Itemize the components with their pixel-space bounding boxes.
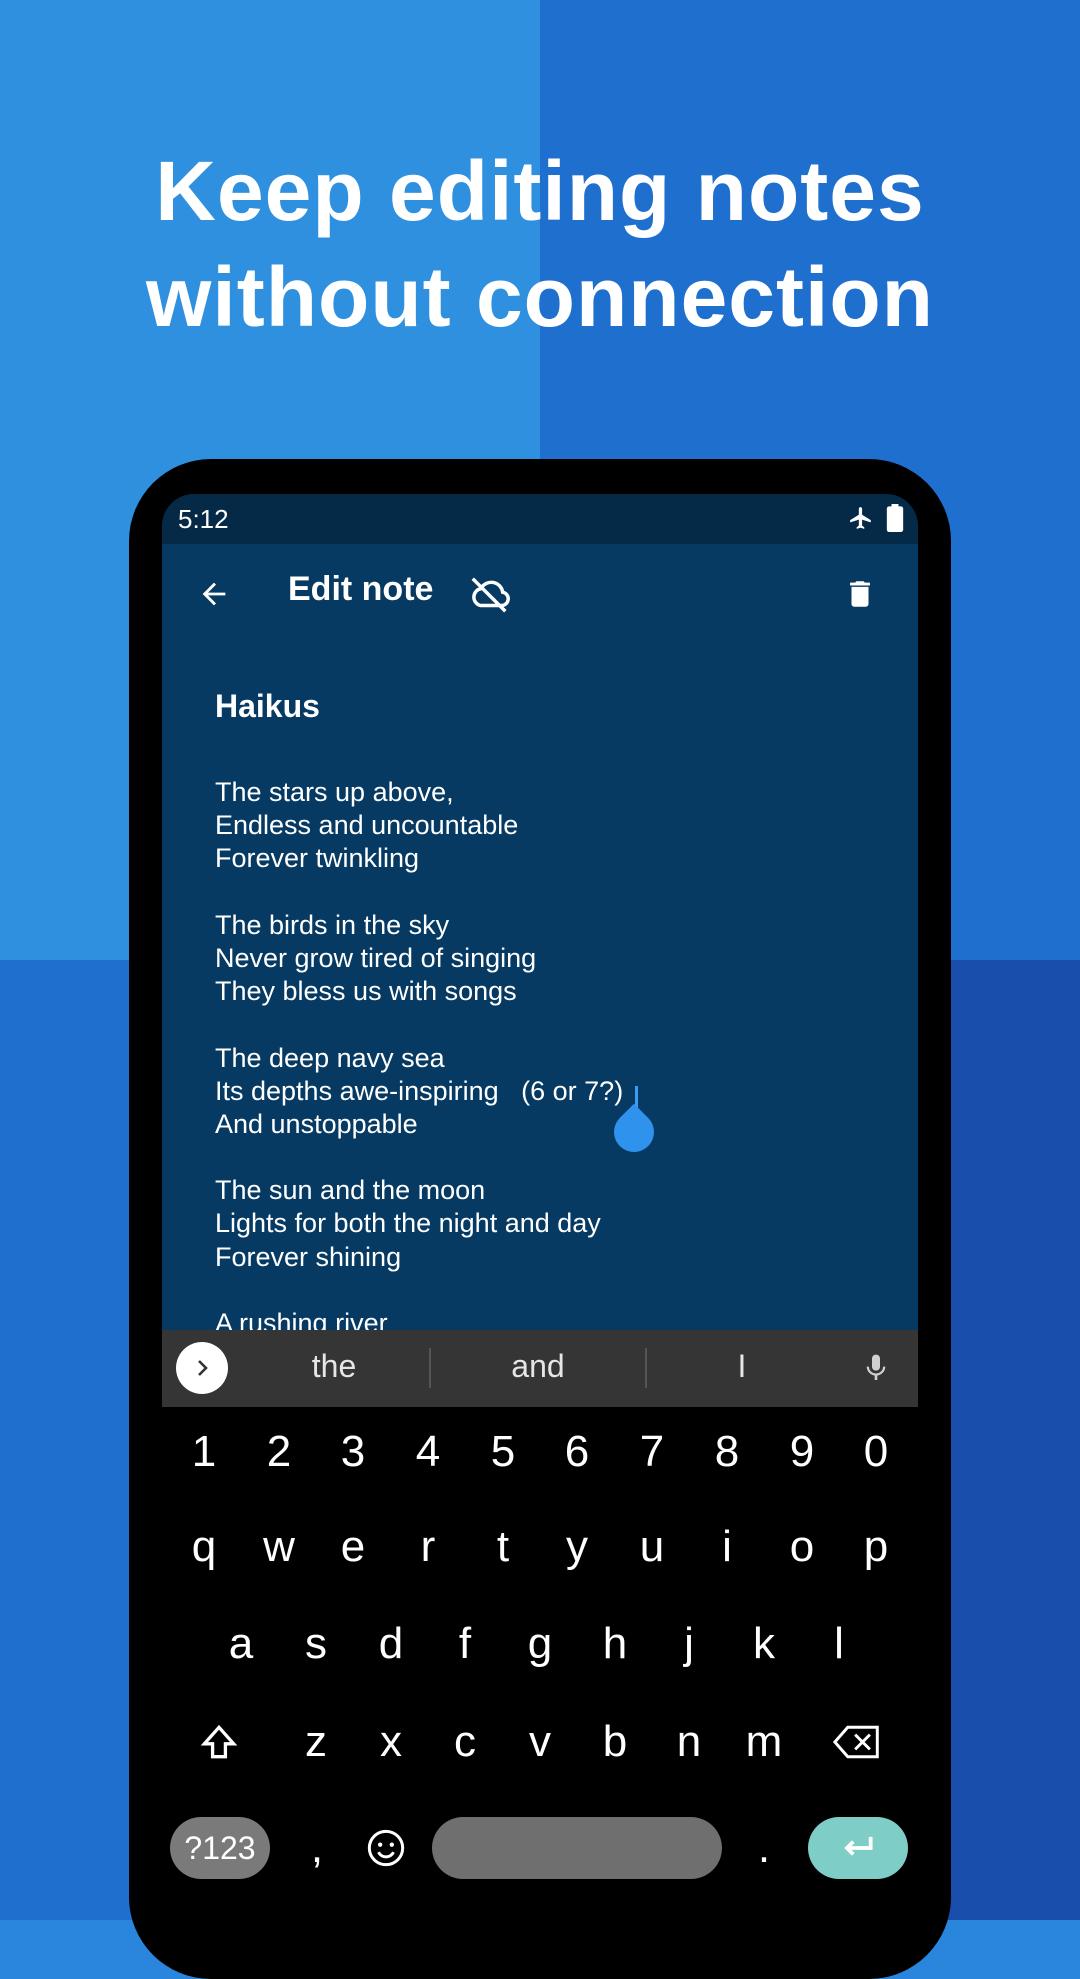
note-line: The birds in the sky	[215, 909, 450, 940]
note-title[interactable]: Haikus	[215, 688, 320, 725]
note-line: Forever twinkling	[215, 843, 420, 874]
note-line: A rushing river	[215, 1308, 388, 1330]
headline-line-1: Keep editing notes	[155, 144, 925, 238]
key-k[interactable]: k	[729, 1609, 799, 1679]
note-line: The deep navy sea	[215, 1042, 445, 1073]
back-arrow-icon[interactable]	[188, 568, 240, 620]
key-3[interactable]: 3	[318, 1417, 388, 1487]
emoji-icon[interactable]	[351, 1813, 421, 1883]
note-line	[215, 1008, 623, 1041]
key-period[interactable]: .	[729, 1813, 799, 1883]
suggestion-divider	[645, 1348, 647, 1388]
backspace-icon[interactable]	[822, 1707, 892, 1777]
note-line: They bless us with songs	[215, 976, 517, 1007]
key-d[interactable]: d	[356, 1609, 426, 1679]
note-line: The stars up above,	[215, 777, 454, 807]
note-line: Never grow tired of singing	[215, 942, 537, 973]
key-u[interactable]: u	[617, 1512, 687, 1582]
note-line: Forever shining	[215, 1241, 402, 1272]
key-y[interactable]: y	[542, 1512, 612, 1582]
phone-screen: 5:12 Edit note Haikus The stars up above…	[162, 494, 918, 1920]
suggestion-divider	[429, 1348, 431, 1388]
cloud-off-icon[interactable]	[462, 566, 518, 622]
expand-toolbar-button[interactable]	[176, 1342, 228, 1394]
promo-headline: Keep editing notes without connection	[0, 138, 1080, 350]
status-icons	[848, 504, 904, 537]
key-h[interactable]: h	[580, 1609, 650, 1679]
keyboard: 1 2 3 4 5 6 7 8 9 0 q w e r t y u i o p …	[162, 1407, 918, 1920]
key-g[interactable]: g	[505, 1609, 575, 1679]
note-line: The sun and the moon	[215, 1175, 486, 1206]
key-e[interactable]: e	[318, 1512, 388, 1582]
key-n[interactable]: n	[654, 1707, 724, 1777]
key-4[interactable]: 4	[393, 1417, 463, 1487]
key-5[interactable]: 5	[468, 1417, 538, 1487]
note-line	[215, 876, 623, 909]
key-q[interactable]: q	[169, 1512, 239, 1582]
status-bar: 5:12	[162, 494, 918, 544]
key-o[interactable]: o	[767, 1512, 837, 1582]
suggestion-2[interactable]: and	[458, 1348, 618, 1385]
key-m[interactable]: m	[729, 1707, 799, 1777]
page-title: Edit note	[288, 570, 434, 608]
airplane-icon	[848, 505, 874, 536]
suggestion-strip: the and I	[162, 1330, 918, 1407]
key-0[interactable]: 0	[841, 1417, 911, 1487]
delete-icon[interactable]	[832, 566, 888, 622]
key-7[interactable]: 7	[617, 1417, 687, 1487]
note-body[interactable]: The stars up above, Endless and uncounta…	[215, 776, 623, 1330]
key-2[interactable]: 2	[244, 1417, 314, 1487]
key-s[interactable]: s	[281, 1609, 351, 1679]
key-w[interactable]: w	[244, 1512, 314, 1582]
key-comma[interactable]: ,	[282, 1813, 352, 1883]
shift-icon[interactable]	[184, 1707, 254, 1777]
note-line: Lights for both the night and day	[215, 1208, 601, 1239]
status-time: 5:12	[178, 504, 229, 534]
note-line	[215, 1141, 623, 1174]
note-editor[interactable]: Haikus The stars up above, Endless and u…	[162, 644, 918, 1330]
enter-key[interactable]	[808, 1817, 908, 1879]
key-x[interactable]: x	[356, 1707, 426, 1777]
key-z[interactable]: z	[281, 1707, 351, 1777]
key-9[interactable]: 9	[767, 1417, 837, 1487]
key-l[interactable]: l	[804, 1609, 874, 1679]
enter-arrow-icon	[844, 1836, 873, 1856]
key-8[interactable]: 8	[692, 1417, 762, 1487]
note-line: And unstoppable	[215, 1108, 418, 1139]
suggestion-3[interactable]: I	[662, 1348, 822, 1385]
key-p[interactable]: p	[841, 1512, 911, 1582]
key-t[interactable]: t	[468, 1512, 538, 1582]
note-line: Endless and uncountable	[215, 810, 519, 841]
key-v[interactable]: v	[505, 1707, 575, 1777]
key-6[interactable]: 6	[542, 1417, 612, 1487]
note-line	[215, 1274, 623, 1307]
space-bar[interactable]	[432, 1817, 722, 1879]
key-j[interactable]: j	[654, 1609, 724, 1679]
symbols-key[interactable]: ?123	[170, 1817, 270, 1879]
microphone-icon[interactable]	[860, 1350, 892, 1391]
headline-line-2: without connection	[146, 250, 934, 344]
key-b[interactable]: b	[580, 1707, 650, 1777]
battery-icon	[886, 504, 904, 537]
key-f[interactable]: f	[430, 1609, 500, 1679]
key-i[interactable]: i	[692, 1512, 762, 1582]
suggestion-1[interactable]: the	[254, 1348, 414, 1385]
key-c[interactable]: c	[430, 1707, 500, 1777]
app-bar: Edit note	[162, 544, 918, 644]
key-a[interactable]: a	[206, 1609, 276, 1679]
key-1[interactable]: 1	[169, 1417, 239, 1487]
note-line: Its depths awe-inspiring (6 or 7?)	[215, 1075, 624, 1106]
key-r[interactable]: r	[393, 1512, 463, 1582]
